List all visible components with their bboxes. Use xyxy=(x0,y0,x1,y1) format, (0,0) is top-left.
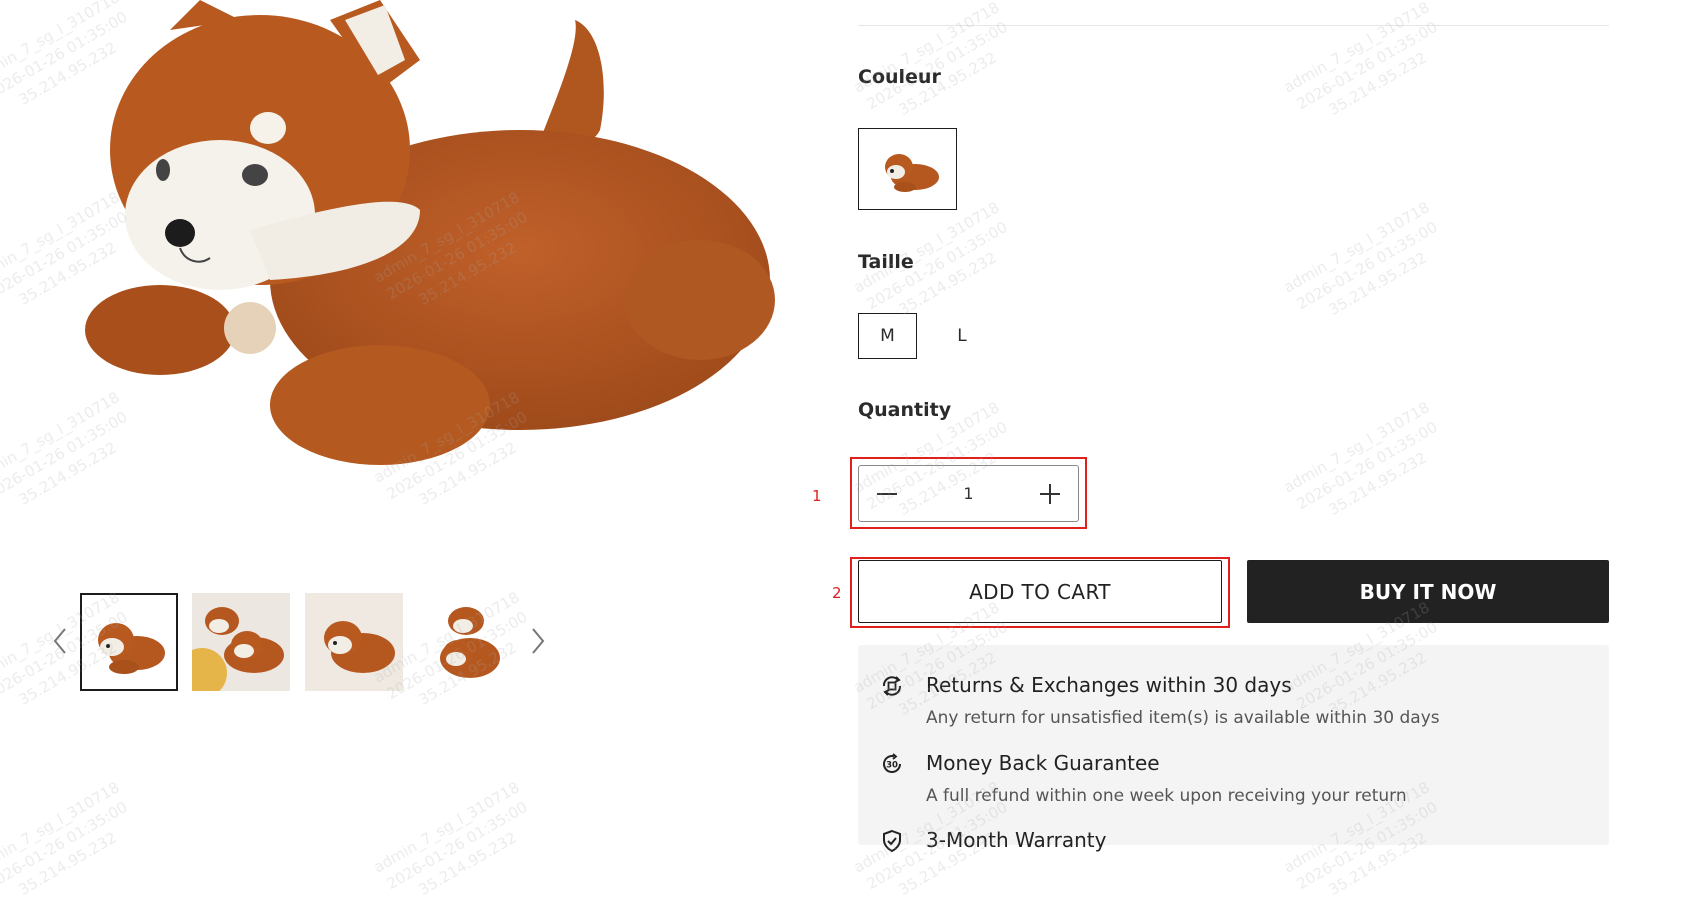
main-product-image xyxy=(0,0,780,500)
partial-delivery-line xyxy=(870,0,1470,2)
watermark-text: admin_7_sg_l_310718 2026-01-26 01:35:00 … xyxy=(370,778,531,899)
watermark-text: admin_7_sg_l_310718 2026-01-26 01:35:00 … xyxy=(1280,198,1441,319)
quantity-increase-button[interactable] xyxy=(1022,466,1078,521)
money-back-desc: A full refund within one week upon recei… xyxy=(926,786,1407,806)
annotation-label-1: 1 xyxy=(812,487,822,505)
gallery-thumbnail-3[interactable] xyxy=(305,593,403,691)
size-option-l[interactable]: L xyxy=(937,313,987,359)
shield-check-icon xyxy=(880,829,904,853)
red-panda-plush-icon xyxy=(885,154,939,192)
gallery-thumbnail-1[interactable] xyxy=(80,593,178,691)
gallery-thumbnail-2[interactable] xyxy=(192,593,290,691)
gallery-prev-button[interactable] xyxy=(47,623,73,659)
quantity-input[interactable] xyxy=(915,466,1022,521)
returns-policy-title: Returns & Exchanges within 30 days xyxy=(926,673,1292,697)
money-back-30-icon: 30 xyxy=(880,752,904,776)
store-policies-panel: Returns & Exchanges within 30 days Any r… xyxy=(858,645,1609,853)
quantity-stepper xyxy=(858,465,1079,522)
chevron-right-icon xyxy=(532,628,545,654)
money-back-title: Money Back Guarantee xyxy=(926,751,1160,775)
red-panda-plush-icon xyxy=(82,595,176,689)
add-to-cart-button[interactable]: ADD TO CART xyxy=(858,560,1222,623)
gallery-next-button[interactable] xyxy=(525,623,551,659)
buy-it-now-button[interactable]: BUY IT NOW xyxy=(1247,560,1609,623)
color-swatch-red-panda[interactable] xyxy=(858,128,957,210)
red-panda-plush-pair-icon xyxy=(192,593,290,691)
plus-icon xyxy=(1040,483,1060,504)
quantity-label: Quantity xyxy=(858,399,952,421)
return-exchange-icon xyxy=(880,674,904,698)
size-option-m[interactable]: M xyxy=(858,313,917,359)
gallery-thumbnail-4[interactable] xyxy=(418,593,516,691)
watermark-text: admin_7_sg_l_310718 2026-01-26 01:35:00 … xyxy=(0,778,131,899)
red-panda-plush-lying-icon xyxy=(305,593,403,691)
watermark-text: admin_7_sg_l_310718 2026-01-26 01:35:00 … xyxy=(1280,0,1441,119)
section-divider xyxy=(858,25,1609,26)
minus-icon xyxy=(877,492,897,495)
red-panda-plush-stacked-icon xyxy=(418,593,516,691)
size-label: Taille xyxy=(858,251,914,273)
chevron-left-icon xyxy=(53,628,66,654)
color-label: Couleur xyxy=(858,66,941,88)
returns-policy-desc: Any return for unsatisfied item(s) is av… xyxy=(926,708,1440,728)
watermark-text: admin_7_sg_l_310718 2026-01-26 01:35:00 … xyxy=(1280,398,1441,519)
svg-text:30: 30 xyxy=(886,761,898,771)
warranty-title: 3-Month Warranty xyxy=(926,828,1107,852)
annotation-label-2: 2 xyxy=(832,584,842,602)
quantity-decrease-button[interactable] xyxy=(859,466,915,521)
